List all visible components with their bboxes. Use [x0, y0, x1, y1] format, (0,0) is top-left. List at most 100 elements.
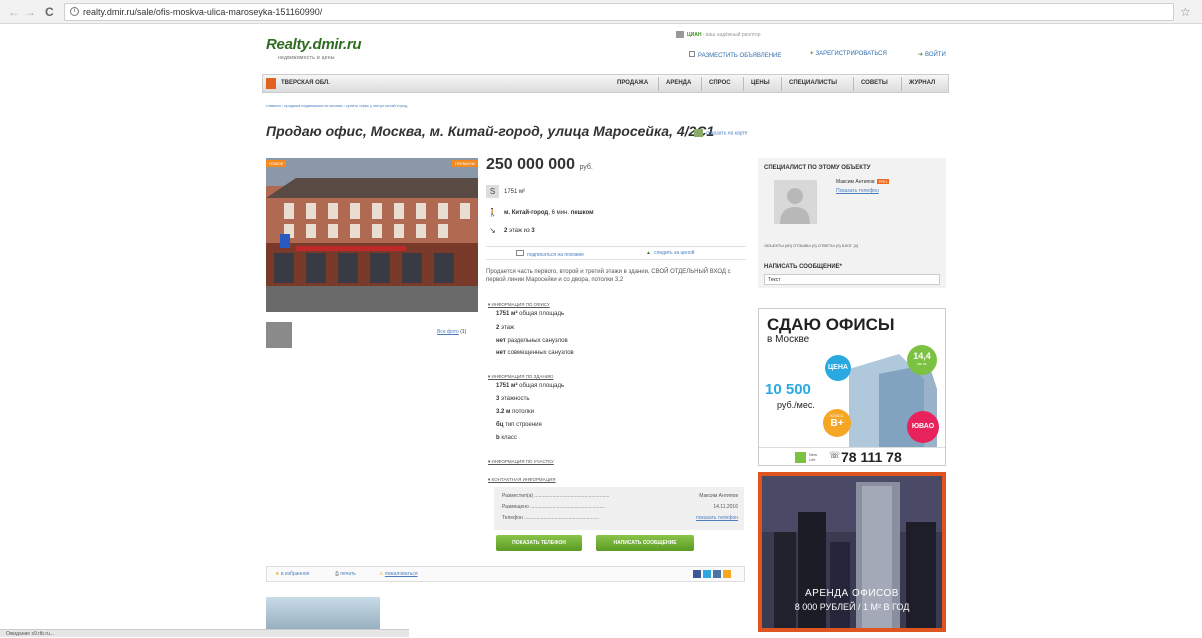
print-link[interactable]: ⎙ печать	[335, 571, 356, 577]
document-icon	[689, 51, 695, 57]
nav-item-sale[interactable]: ПРОДАЖА	[617, 80, 648, 86]
cian-logo-icon	[676, 31, 684, 38]
post-ad-link[interactable]: РАЗМЕСТИТЬ ОБЪЯВЛЕНИЕ	[689, 51, 781, 59]
cian-text: - ваш надёжный риэлтор	[701, 31, 761, 38]
browser-toolbar: ← → C i realty.dmir.ru/sale/ofis-moskva-…	[0, 0, 1202, 24]
price-currency: руб.	[579, 164, 593, 171]
subscribe-link[interactable]: подписаться на похожие	[516, 250, 584, 258]
ad2-line1: АРЕНДА ОФИСОВ	[805, 588, 899, 599]
metro-spec: 🚶 м. Китай-город, 6 мин. пешком	[486, 206, 594, 219]
photo-thumbnail[interactable]	[266, 322, 292, 348]
region-selector[interactable]: ТВЕРСКАЯ ОБЛ.	[281, 80, 330, 86]
show-phone-button[interactable]: ПОКАЗАТЬ ТЕЛЕФОН	[496, 535, 582, 551]
write-message-button[interactable]: НАПИСАТЬ СООБЩЕНИЕ	[596, 535, 694, 551]
building-info-heading: ИНФОРМАЦИЯ ПО ЗДАНИЮ	[491, 374, 554, 379]
area-icon: S	[486, 185, 499, 198]
subscribe-label: подписаться на похожие	[527, 252, 584, 258]
section-plot-info[interactable]: ▾ ИНФОРМАЦИЯ ПО УЧАСТКУ	[488, 459, 554, 465]
info-icon[interactable]: i	[70, 7, 79, 16]
complain-link[interactable]: ⚠ пожаловаться	[379, 571, 418, 577]
complain-label: пожаловаться	[384, 571, 418, 577]
back-icon[interactable]: ←	[8, 5, 20, 19]
site-logo[interactable]: Realty.dmir.ru	[266, 36, 362, 53]
area-value: 1751	[504, 189, 518, 196]
mail-icon	[516, 250, 524, 256]
office-row: нет раздельных санузлов	[496, 338, 568, 344]
floor-value: 2	[504, 228, 508, 235]
main-photo[interactable]: НОВОЕ ПРЕМИУМ	[266, 158, 478, 312]
walk-time: , 6 мин.	[548, 210, 570, 217]
favorite-label: в избранное	[280, 571, 310, 577]
forward-icon[interactable]: →	[24, 5, 36, 19]
price-value: 250 000 000	[486, 156, 575, 173]
register-link[interactable]: + ЗАРЕГИСТРИРОВАТЬСЯ	[810, 51, 887, 57]
nav-item-specialists[interactable]: СПЕЦИАЛИСТЫ	[789, 80, 837, 86]
office-info-heading: ИНФОРМАЦИЯ ПО ОФИСУ	[491, 302, 550, 307]
breadcrumb[interactable]: главная › продажа недвижимости москва › …	[266, 103, 407, 108]
area-unit: м²	[519, 189, 526, 196]
contact-row: Телефон ................................…	[502, 515, 738, 521]
page-title: Продаю офис, Москва, м. Китай-город, ули…	[266, 123, 715, 139]
pro-badge: PRO	[876, 179, 890, 184]
ad1-class-bubble: КЛАСС B+	[823, 409, 851, 437]
building-row: b класс	[496, 435, 517, 441]
walk-icon: 🚶	[487, 208, 498, 217]
ad1-title: СДАЮ ОФИСЫ	[767, 315, 895, 334]
login-link[interactable]: ➜ ВОЙТИ	[918, 51, 946, 58]
agent-show-phone-link[interactable]: Показать телефон	[836, 188, 879, 194]
contact-box: Разместил(а) ...........................…	[494, 487, 744, 530]
ad1-phone: 78 111 78	[841, 449, 902, 465]
nav-item-journal[interactable]: ЖУРНАЛ	[909, 80, 935, 86]
action-bar: ★ в избранное ⎙ печать ⚠ пожаловаться	[266, 566, 745, 582]
facebook-icon[interactable]	[693, 570, 701, 578]
main-nav: ТВЕРСКАЯ ОБЛ. ПРОДАЖА АРЕНДА СПРОС ЦЕНЫ …	[262, 74, 949, 93]
plus-icon: +	[810, 51, 814, 57]
walk-mode: пешком	[570, 210, 594, 217]
all-photos-link[interactable]: Все фото (1)	[437, 329, 466, 335]
floor-spec: ↘ 2 этаж из 3	[486, 224, 535, 237]
office-rent-ad[interactable]: СДАЮ ОФИСЫ в Москве ЦЕНА 14,4 км от 10 50…	[758, 308, 946, 466]
office-row: нет совмещенных санузлов	[496, 350, 574, 356]
print-label: печать	[340, 571, 356, 577]
avatar[interactable]	[774, 180, 817, 224]
office-lease-ad[interactable]: АРЕНДА ОФИСОВ 8 000 РУБЛЕЙ / 1 М² В ГОД	[758, 472, 946, 632]
show-on-map-link[interactable]: показать на карте	[694, 129, 747, 137]
twitter-icon[interactable]	[703, 570, 711, 578]
region-icon[interactable]	[266, 78, 276, 89]
section-office-info[interactable]: ▾ ИНФОРМАЦИЯ ПО ОФИСУ	[488, 302, 550, 308]
ad2-line2: 8 000 РУБЛЕЙ / 1 М² В ГОД	[794, 602, 910, 612]
bookmark-star-icon[interactable]: ☆	[1180, 5, 1191, 19]
stairs-icon: ↘	[489, 226, 496, 235]
building-photo	[266, 158, 478, 312]
agent-box: СПЕЦИАЛИСТ ПО ЭТОМУ ОБЪЕКТУ Максим Антип…	[758, 158, 946, 288]
address-bar[interactable]: i realty.dmir.ru/sale/ofis-moskva-ulica-…	[64, 3, 1174, 21]
cian-banner[interactable]: ЦИАН - ваш надёжный риэлтор	[676, 31, 761, 38]
contact-row: Разместил(а) ...........................…	[502, 493, 738, 499]
agent-heading: СПЕЦИАЛИСТ ПО ЭТОМУ ОБЪЕКТУ	[764, 165, 871, 171]
plot-info-heading: ИНФОРМАЦИЯ ПО УЧАСТКУ	[491, 459, 554, 464]
nav-item-prices[interactable]: ЦЕНЫ	[751, 80, 770, 86]
message-input[interactable]: Текст	[764, 274, 940, 285]
reload-icon[interactable]: C	[45, 5, 54, 19]
vk-icon[interactable]	[713, 570, 721, 578]
agent-name[interactable]: Максим Антипов PRO	[836, 179, 890, 185]
nav-item-rent[interactable]: АРЕНДА	[666, 80, 691, 86]
section-building-info[interactable]: ▾ ИНФОРМАЦИЯ ПО ЗДАНИЮ	[488, 374, 553, 380]
map-icon	[694, 129, 703, 137]
agent-tabs[interactable]: ОБЪЕКТЫ (60) ОТЗЫВЫ (0) ОТВЕТЫ (0) БЛОГ …	[764, 243, 858, 248]
badge-new: НОВОЕ	[266, 160, 287, 167]
building-row: 3.2 м потолки	[496, 409, 534, 415]
chart-icon: ▲	[646, 250, 651, 256]
ad1-price-bubble: ЦЕНА	[825, 355, 851, 381]
star-icon: ★	[275, 571, 280, 577]
follow-price-link[interactable]: ▲ следить за ценой	[646, 250, 694, 256]
ad1-footer: New Life ☏ 78 111 78	[759, 447, 945, 465]
nav-item-demand[interactable]: СПРОС	[709, 80, 731, 86]
show-phone-link[interactable]: показать телефон	[696, 515, 738, 521]
write-message-heading: НАПИСАТЬ СООБЩЕНИЕ*	[764, 264, 843, 270]
nav-item-tips[interactable]: СОВЕТЫ	[861, 80, 888, 86]
status-bar: Ожидание s9.rtb.ru...	[0, 629, 409, 637]
favorite-link[interactable]: ★ в избранное	[275, 571, 309, 577]
ok-icon[interactable]	[723, 570, 731, 578]
section-contact-info[interactable]: ▾ КОНТАКТНАЯ ИНФОРМАЦИЯ	[488, 477, 556, 483]
